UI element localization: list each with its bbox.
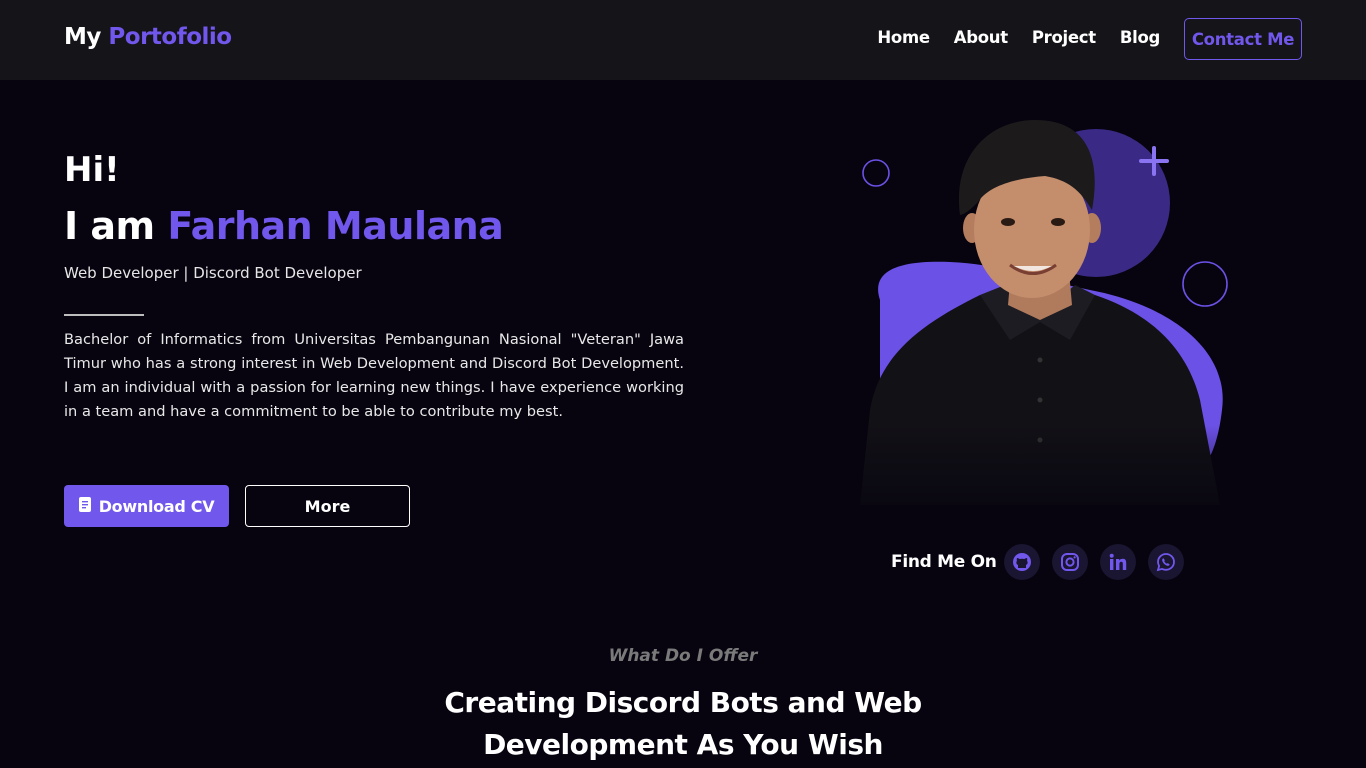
find-me-label: Find Me On: [891, 552, 997, 572]
offer-title: Creating Discord Bots and Web Developmen…: [444, 686, 922, 761]
nav-links: Home About Project Blog: [877, 28, 1160, 47]
contact-me-button[interactable]: Contact Me: [1184, 18, 1302, 60]
more-button[interactable]: More: [245, 485, 410, 527]
navbar: My Portofolio Home About Project Blog Co…: [0, 0, 1366, 80]
brand-prefix: My: [64, 24, 101, 50]
whatsapp-icon: [1156, 553, 1175, 572]
nav-home[interactable]: Home: [877, 28, 930, 47]
linkedin-icon: [1109, 553, 1127, 570]
instagram-link[interactable]: [1052, 544, 1088, 580]
nav-blog[interactable]: Blog: [1120, 28, 1160, 47]
brand-accent: Portofolio: [108, 24, 232, 50]
brand-logo[interactable]: My Portofolio: [64, 24, 232, 50]
document-icon: [78, 496, 91, 516]
github-icon: [1013, 553, 1031, 571]
nav-project[interactable]: Project: [1032, 28, 1096, 47]
download-cv-button[interactable]: Download CV: [64, 485, 229, 527]
divider-line: [64, 314, 144, 316]
greeting: Hi!: [64, 150, 120, 190]
offer-subtitle: What Do I Offer: [608, 646, 758, 666]
download-cv-label: Download CV: [98, 496, 215, 516]
instagram-icon: [1061, 553, 1079, 571]
nav-about[interactable]: About: [954, 28, 1008, 47]
whatsapp-link[interactable]: [1148, 544, 1184, 580]
linkedin-link[interactable]: [1100, 544, 1136, 580]
intro-prefix: I am: [64, 204, 155, 248]
person-name: Farhan Maulana: [167, 204, 504, 248]
roles-text: Web Developer | Discord Bot Developer: [64, 264, 362, 282]
github-link[interactable]: [1004, 544, 1040, 580]
bio-paragraph: Bachelor of Informatics from Universitas…: [64, 331, 684, 420]
intro-heading: I am Farhan Maulana: [64, 204, 504, 248]
profile-illustration: [840, 110, 1240, 530]
